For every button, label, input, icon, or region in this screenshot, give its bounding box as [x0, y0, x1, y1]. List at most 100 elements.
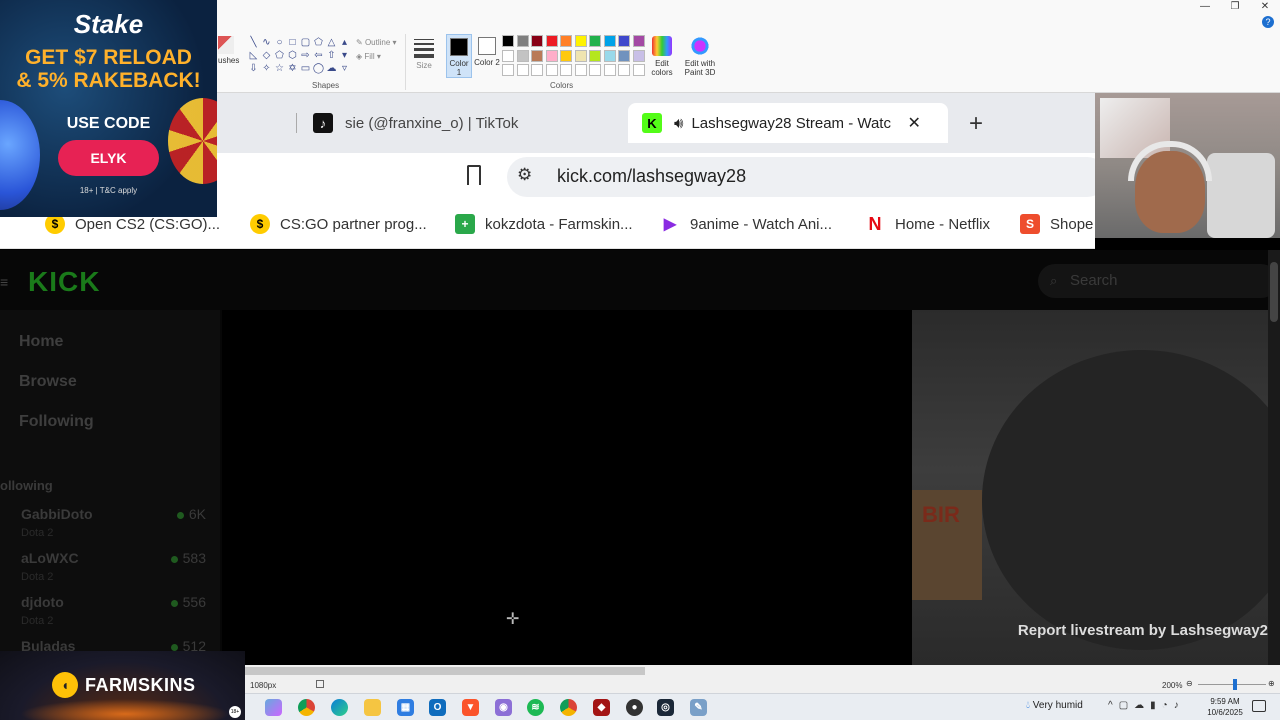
paint3d-button[interactable]: Edit with Paint 3D [682, 36, 718, 77]
nav-following[interactable]: Following [19, 413, 94, 431]
discord-icon[interactable]: ◉ [495, 699, 512, 716]
palette-swatch[interactable] [560, 49, 572, 62]
right-triangle-shape-icon[interactable]: ◺ [247, 49, 260, 62]
color-palette[interactable] [502, 35, 647, 79]
palette-swatch[interactable] [516, 35, 529, 47]
outlook-icon[interactable]: O [429, 699, 446, 716]
scroll-thumb[interactable] [245, 667, 645, 675]
paint-icon[interactable]: ✎ [690, 699, 707, 716]
palette-swatch[interactable] [603, 35, 616, 47]
speaker-icon[interactable]: 🔊︎ [674, 115, 683, 132]
horizontal-scrollbar[interactable] [245, 665, 1280, 677]
palette-swatch[interactable] [589, 35, 601, 47]
network-icon[interactable]: ◔ [1162, 700, 1174, 711]
palette-swatch[interactable] [531, 64, 543, 76]
zoom-slider[interactable] [1198, 684, 1266, 685]
palette-swatch[interactable] [632, 49, 645, 62]
palette-swatch[interactable] [531, 35, 543, 47]
vertical-scrollbar[interactable] [1268, 250, 1280, 665]
palette-swatch[interactable] [516, 64, 529, 76]
farmskins-ad[interactable]: ◖ FARMSKINS 18+ [0, 651, 245, 720]
mic-icon[interactable]: ▮ [1150, 700, 1162, 711]
bookmark-icon[interactable] [467, 165, 481, 185]
bookmark-9anime[interactable]: ▶ 9anime - Watch Ani... [660, 214, 832, 234]
bookmark-netflix[interactable]: N Home - Netflix [865, 214, 991, 234]
stream-video[interactable]: BIR [912, 310, 1268, 665]
kick-logo[interactable]: KICK [28, 266, 100, 298]
edge-icon[interactable] [331, 699, 348, 716]
stake-ad[interactable]: Stake GET $7 RELOAD & 5% RAKEBACK! USE C… [0, 0, 217, 217]
minimize-button[interactable]: — [1190, 0, 1220, 14]
oval-callout-shape-icon[interactable]: ◯ [312, 62, 325, 75]
line-shape-icon[interactable]: ╲ [247, 36, 260, 49]
url-text[interactable]: kick.com/lashsegway28 [557, 166, 746, 187]
cloud-icon[interactable]: ☁ [1134, 700, 1150, 711]
polygon-shape-icon[interactable]: ⬠ [312, 36, 325, 49]
tab-kick-stream[interactable]: K 🔊︎ Lashsegway28 Stream - Watc ✕ [628, 103, 948, 143]
color1-button[interactable]: Color 1 [446, 34, 472, 78]
palette-swatch[interactable] [531, 49, 543, 62]
hexagon-shape-icon[interactable]: ⬡ [286, 49, 299, 62]
site-settings-icon[interactable]: ⚙︎ [517, 165, 532, 185]
palette-swatch[interactable] [545, 49, 558, 62]
shapes-scroll-down-icon[interactable]: ▾ [338, 49, 351, 62]
close-tab-icon[interactable]: ✕ [907, 113, 920, 133]
chevron-up-icon[interactable]: ^ [1108, 700, 1119, 711]
help-icon[interactable]: ? [1262, 16, 1274, 28]
edit-colors-button[interactable]: Edit colors [648, 36, 676, 77]
size-tool[interactable]: Size [412, 36, 436, 70]
palette-swatch[interactable] [502, 49, 514, 62]
tray-app-icon[interactable]: ▢ [1119, 700, 1134, 711]
copilot-icon[interactable] [265, 699, 282, 716]
spotify-icon[interactable]: ≋ [527, 699, 544, 716]
video-player[interactable] [222, 310, 912, 665]
six-point-star-shape-icon[interactable]: ✡ [286, 62, 299, 75]
fill-dropdown[interactable]: ◈ Fill ▾ [356, 50, 397, 64]
clock[interactable]: 9:59 AM 10/6/2025 [1203, 696, 1247, 718]
palette-swatch[interactable] [545, 64, 558, 76]
rect-callout-shape-icon[interactable]: ▭ [299, 62, 312, 75]
notification-icon[interactable] [1252, 700, 1266, 712]
bookmark-csgo-partner[interactable]: $ CS:GO partner prog... [250, 214, 427, 234]
palette-swatch[interactable] [603, 64, 616, 76]
steam-icon[interactable]: ◎ [657, 699, 674, 716]
palette-swatch[interactable] [560, 35, 572, 47]
palette-swatch[interactable] [618, 64, 630, 76]
palette-swatch[interactable] [574, 35, 587, 47]
palette-swatch[interactable] [574, 49, 587, 62]
palette-swatch[interactable] [589, 64, 601, 76]
report-livestream-link[interactable]: Report livestream by Lashsegway2 [1018, 622, 1268, 639]
promo-code-button[interactable]: ELYK [58, 140, 159, 176]
store-icon[interactable]: ▦ [397, 699, 414, 716]
palette-swatch[interactable] [574, 64, 587, 76]
weather-widget[interactable]: 💧︎ Very humid [1026, 700, 1083, 711]
palette-swatch[interactable] [603, 49, 616, 62]
followed-channel[interactable]: djdoto Dota 2 556 [21, 594, 206, 627]
palette-swatch[interactable] [632, 64, 645, 76]
dota2-icon[interactable]: ◆ [593, 699, 610, 716]
pentagon-shape-icon[interactable]: ⬠ [273, 49, 286, 62]
volume-icon[interactable]: ♪ [1174, 700, 1185, 711]
left-arrow-shape-icon[interactable]: ⇦ [312, 49, 325, 62]
shapes-gallery[interactable]: ╲ ∿ ○ □ ▢ ⬠ △ ▴ ◺ ◇ ⬠ ⬡ ⇨ ⇦ ⇧ ▾ ⇩ ✧ ☆ ✡ … [247, 36, 355, 75]
nav-browse[interactable]: Browse [19, 373, 77, 391]
five-point-star-shape-icon[interactable]: ☆ [273, 62, 286, 75]
brave-icon[interactable]: ▼ [462, 699, 479, 716]
cloud-callout-shape-icon[interactable]: ☁ [325, 62, 338, 75]
followed-channel[interactable]: GabbiDoto Dota 2 6K [21, 506, 206, 539]
close-button[interactable]: ✕ [1250, 0, 1280, 14]
palette-swatch[interactable] [618, 35, 630, 47]
zoom-slider-thumb[interactable] [1233, 679, 1238, 690]
zoom-in-icon[interactable]: ⊕ [1268, 679, 1275, 688]
brushes-tool[interactable]: ushes [218, 36, 239, 65]
shapes-scroll-up-icon[interactable]: ▴ [338, 36, 351, 49]
bookmark-shopee[interactable]: S Shope [1020, 214, 1093, 234]
palette-swatch[interactable] [618, 49, 630, 62]
rectangle-shape-icon[interactable]: □ [286, 36, 299, 49]
palette-swatch[interactable] [516, 49, 529, 62]
up-arrow-shape-icon[interactable]: ⇧ [325, 49, 338, 62]
rounded-rect-shape-icon[interactable]: ▢ [299, 36, 312, 49]
curve-shape-icon[interactable]: ∿ [260, 36, 273, 49]
outline-dropdown[interactable]: ✎ Outline ▾ [356, 36, 397, 50]
right-arrow-shape-icon[interactable]: ⇨ [299, 49, 312, 62]
